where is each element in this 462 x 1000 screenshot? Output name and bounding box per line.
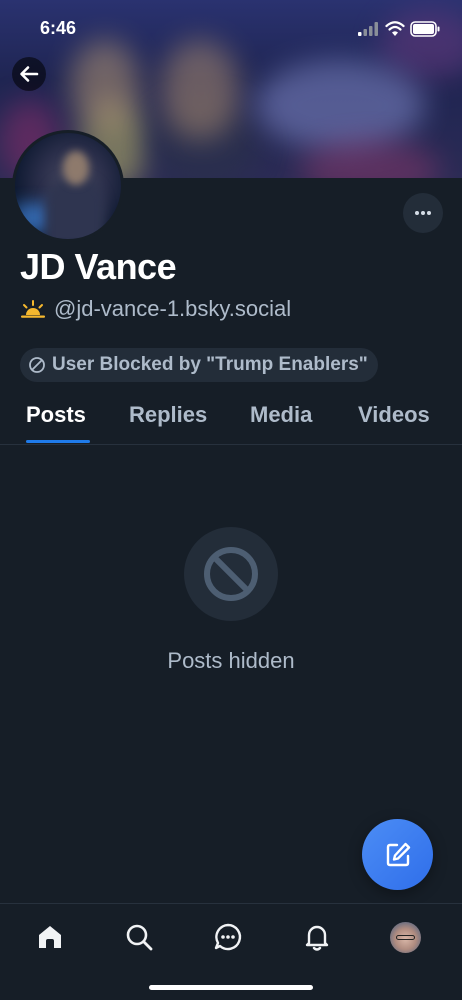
back-button[interactable] xyxy=(12,57,46,91)
tab-videos[interactable]: Videos xyxy=(358,402,430,428)
compose-button[interactable] xyxy=(362,819,433,890)
avatar-glasses-shape xyxy=(396,935,415,940)
compose-icon xyxy=(386,842,410,866)
nav-search[interactable] xyxy=(122,920,156,954)
empty-state-icon-container xyxy=(184,527,278,621)
bell-icon xyxy=(305,925,329,951)
nav-home[interactable] xyxy=(33,920,67,954)
ellipsis-icon xyxy=(415,211,431,215)
more-options-button[interactable] xyxy=(403,193,443,233)
active-tab-indicator xyxy=(26,440,90,443)
profile-avatar[interactable] xyxy=(12,130,124,242)
handle-row: @jd-vance-1.bsky.social xyxy=(20,296,291,322)
chat-icon xyxy=(214,923,242,951)
block-icon xyxy=(204,547,258,601)
tab-posts[interactable]: Posts xyxy=(26,402,86,428)
banner-blur-shape xyxy=(255,60,425,150)
nav-profile-avatar[interactable] xyxy=(390,922,421,953)
status-time: 6:46 xyxy=(40,18,77,38)
blocked-label: User Blocked by "Trump Enablers" xyxy=(52,354,368,375)
signal-icon xyxy=(358,22,378,36)
search-icon xyxy=(126,924,153,951)
status-bar: 6:46 xyxy=(0,0,462,56)
profile-handle: @jd-vance-1.bsky.social xyxy=(54,296,292,321)
tab-media[interactable]: Media xyxy=(250,402,312,428)
empty-state-message: Posts hidden xyxy=(167,648,295,673)
wifi-icon xyxy=(385,21,405,36)
tab-replies[interactable]: Replies xyxy=(129,402,207,428)
avatar-blur-shape xyxy=(63,151,89,185)
block-icon xyxy=(29,357,45,373)
sun-emoji-icon xyxy=(21,300,45,318)
nav-notifications[interactable] xyxy=(300,920,334,954)
home-indicator[interactable] xyxy=(149,985,313,990)
profile-tabs: Posts Replies Media Videos xyxy=(0,392,462,445)
display-name: JD Vance xyxy=(20,246,177,287)
blocked-badge[interactable]: User Blocked by "Trump Enablers" xyxy=(20,348,378,382)
home-icon xyxy=(39,926,61,948)
nav-chat[interactable] xyxy=(211,920,245,954)
arrow-left-icon xyxy=(20,66,39,82)
battery-icon xyxy=(410,21,440,37)
avatar-blur-shape xyxy=(45,178,105,239)
